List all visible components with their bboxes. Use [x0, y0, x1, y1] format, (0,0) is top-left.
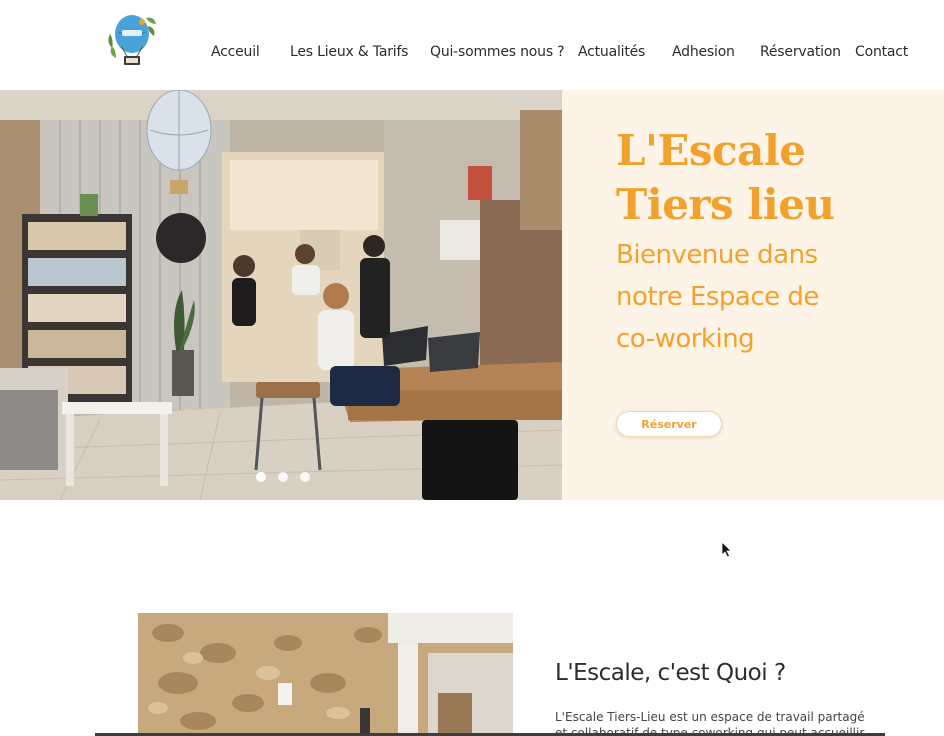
nav-item-actualites[interactable]: Actualités [578, 44, 645, 60]
about-title: L'Escale, c'est Quoi ? [555, 660, 786, 686]
reserver-button[interactable]: Réserver [616, 411, 722, 437]
about-text-line-1: L'Escale Tiers-Lieu est un espace de tra… [555, 710, 865, 724]
hero-subtitle-line-3: co-working [616, 324, 755, 354]
hero-subtitle-line-2: notre Espace de [616, 282, 819, 312]
nav-item-acceuil[interactable]: Acceuil [211, 44, 260, 60]
mouse-pointer-icon [721, 541, 732, 558]
hero-subtitle: Bienvenue dans notre Espace de co-workin… [616, 234, 916, 360]
main-nav: Acceuil Les Lieux & Tarifs Qui-sommes no… [0, 44, 944, 64]
hero-coworking-photo [0, 90, 562, 500]
slider-dot-1[interactable] [256, 472, 266, 482]
site-header: Acceuil Les Lieux & Tarifs Qui-sommes no… [0, 0, 944, 90]
nav-item-reservation[interactable]: Réservation [760, 44, 841, 60]
nav-item-lieux-tarifs[interactable]: Les Lieux & Tarifs [290, 44, 408, 60]
slider-dot-3[interactable] [300, 472, 310, 482]
hero-text-panel: L'Escale Tiers lieu Bienvenue dans notre… [562, 90, 944, 500]
hero-subtitle-line-1: Bienvenue dans [616, 240, 818, 270]
nav-item-qui-sommes-nous[interactable]: Qui-sommes nous ? [430, 44, 565, 60]
slider-dot-2[interactable] [278, 472, 288, 482]
about-stone-wall-photo [138, 613, 513, 736]
hero-slider: L'Escale Tiers lieu Bienvenue dans notre… [0, 90, 944, 500]
slider-dots [256, 472, 310, 482]
nav-item-contact[interactable]: Contact [855, 44, 908, 60]
hero-title-line-2: Tiers lieu [616, 180, 835, 229]
about-text: L'Escale Tiers-Lieu est un espace de tra… [555, 709, 875, 736]
hero-title: L'Escale Tiers lieu [616, 124, 835, 232]
nav-item-adhesion[interactable]: Adhesion [672, 44, 735, 60]
hero-title-line-1: L'Escale [616, 126, 806, 175]
